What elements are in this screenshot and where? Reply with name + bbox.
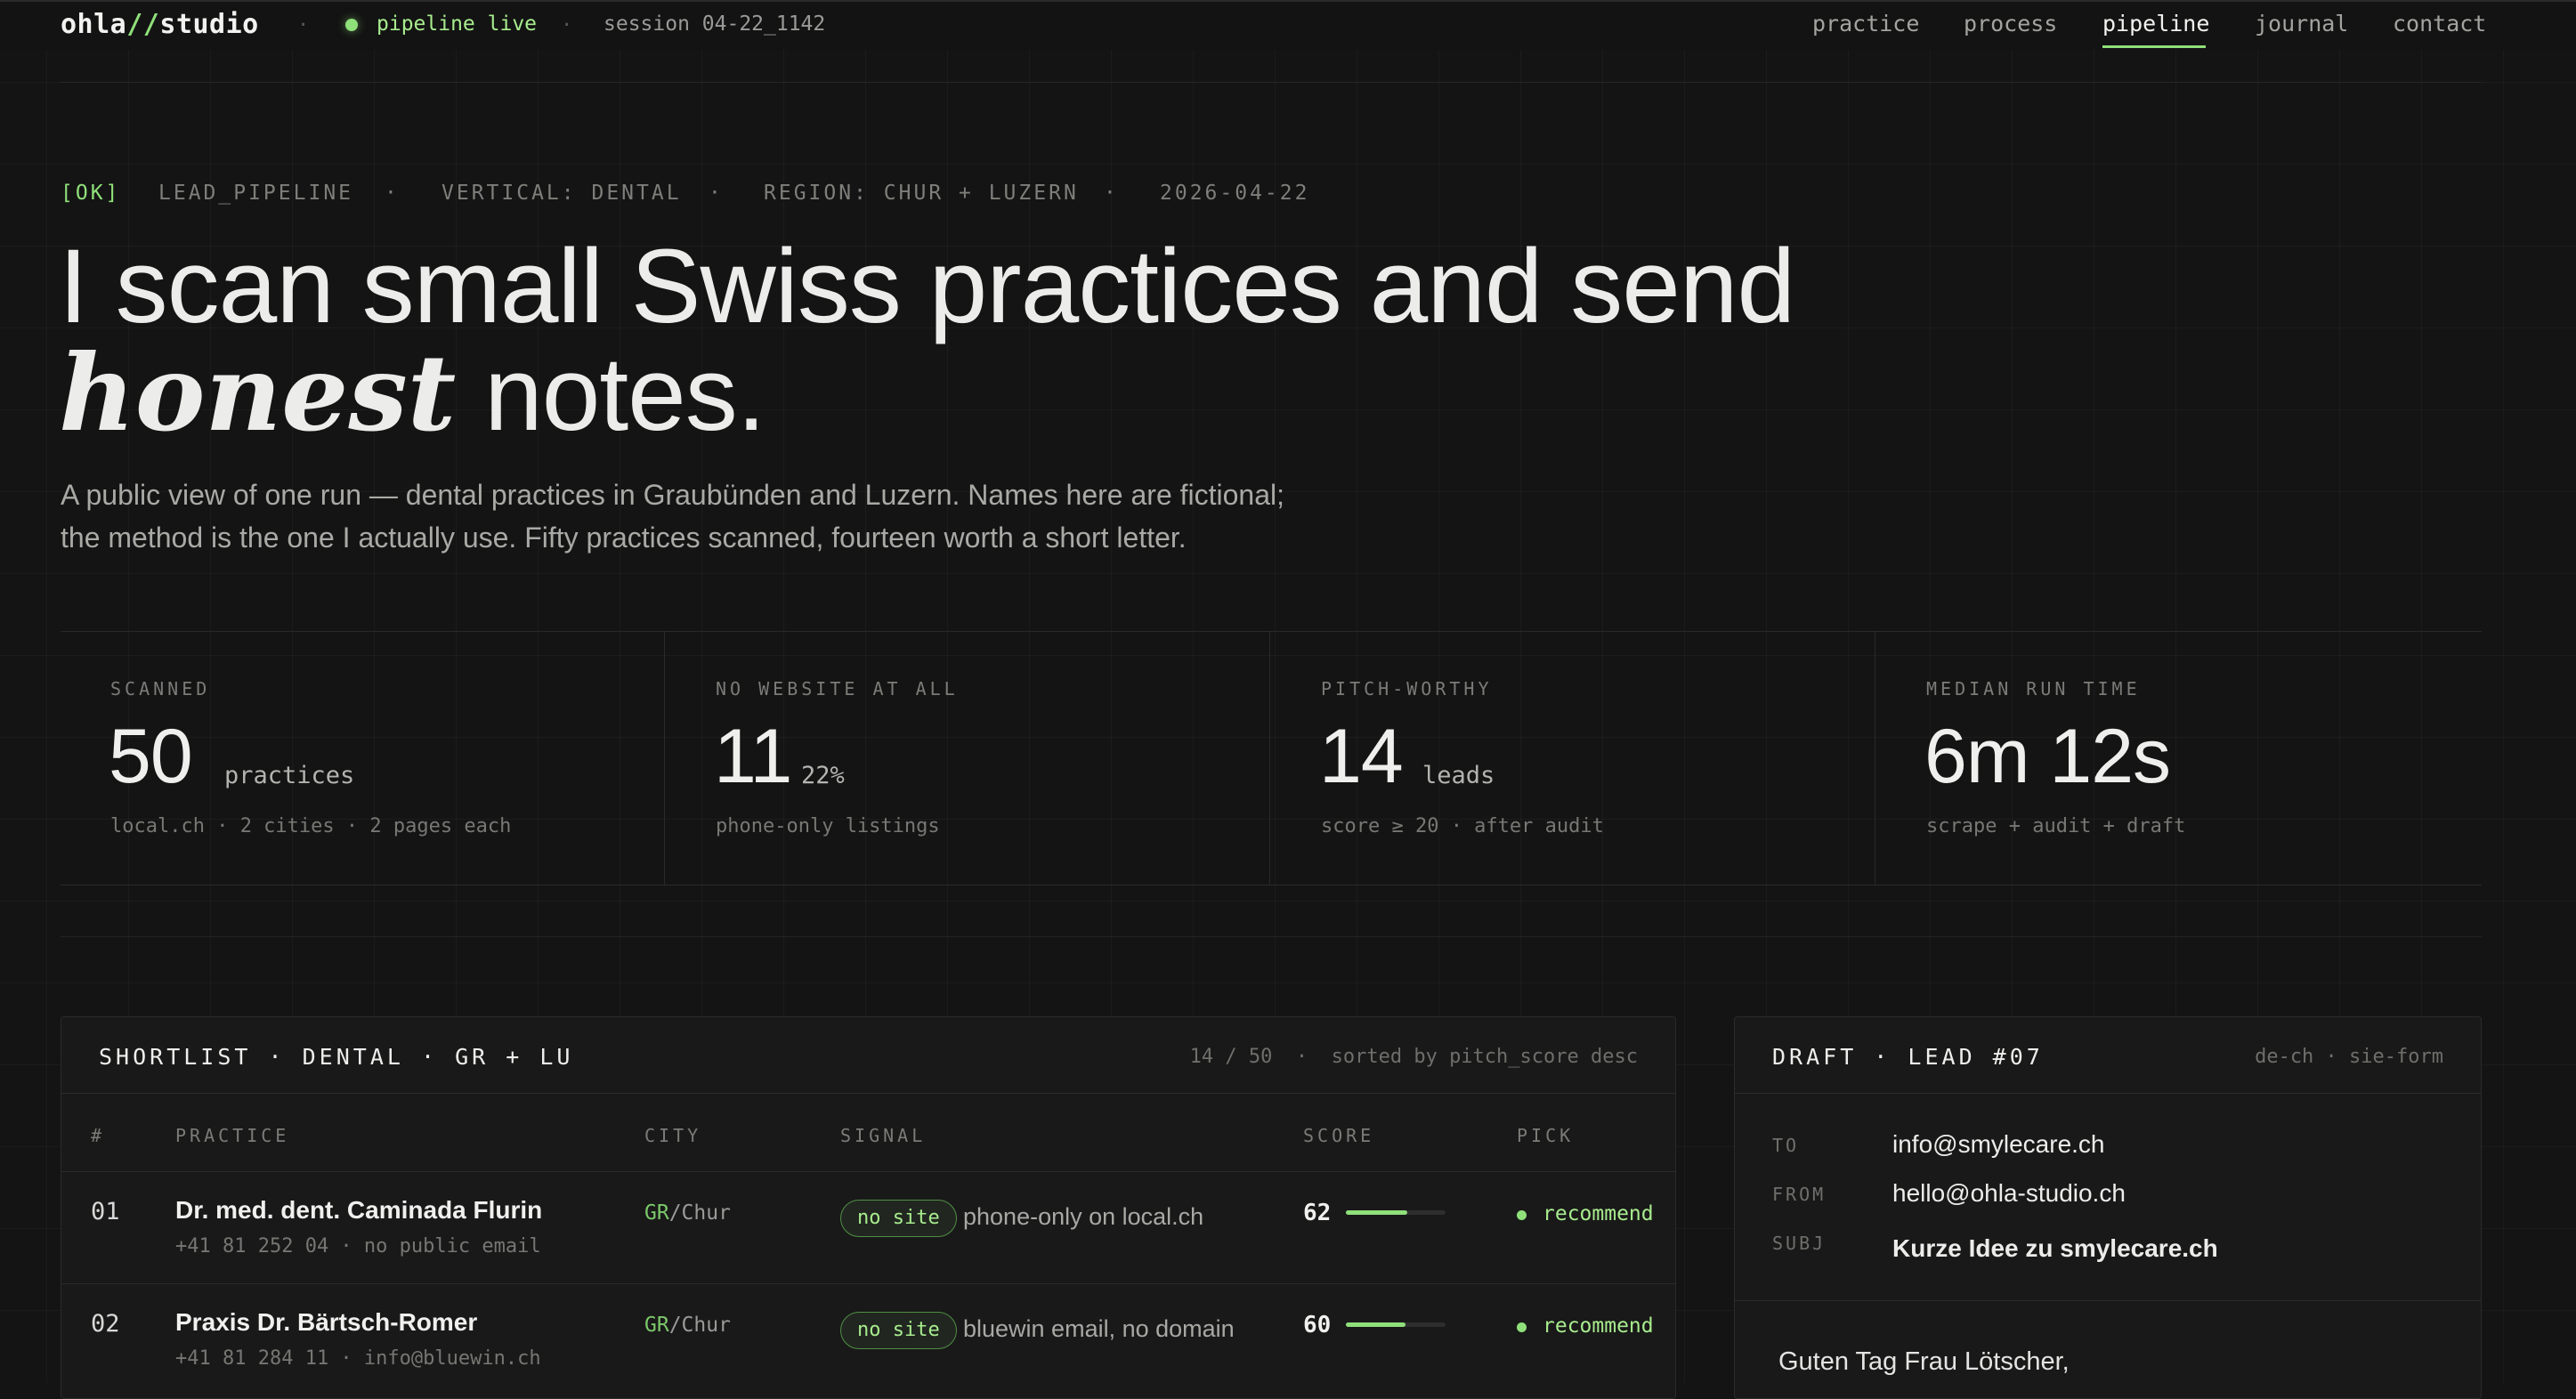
column-header-number: # (91, 1125, 105, 1146)
page-title: I scan small Swiss practices and send ho… (59, 233, 1839, 448)
stat-label: NO WEBSITE AT ALL (716, 678, 959, 700)
divider (61, 631, 2482, 632)
practice-name[interactable]: Praxis Dr. Bärtsch-Romer (175, 1308, 477, 1337)
stat-value: 6m 12s (1924, 712, 2170, 801)
nav-journal[interactable]: journal (2255, 11, 2348, 36)
subject-field[interactable]: Kurze Idee zu smylecare.ch (1892, 1234, 2218, 1263)
separator: · (1104, 182, 1119, 205)
email-body-greeting[interactable]: Guten Tag Frau Lötscher, (1778, 1347, 2070, 1377)
recommend-dot-icon (1517, 1322, 1527, 1332)
shortlist-sort-info: 14 / 50 · sorted by pitch_score desc (1190, 1046, 1638, 1068)
stat-value: 50 (109, 712, 192, 801)
meta-region: REGION: CHUR + LUZERN (764, 182, 1079, 205)
meta-vertical: VERTICAL: DENTAL (441, 182, 682, 205)
nav-pipeline[interactable]: pipeline (2102, 11, 2209, 36)
score-bar (1346, 1210, 1446, 1215)
panel-header: SHORTLIST · DENTAL · GR + LU 14 / 50 · s… (61, 1017, 1675, 1094)
live-status-dot-icon (345, 19, 358, 31)
draft-panel: DRAFT · LEAD #07 de-ch · sie-form (1734, 1016, 2482, 1399)
divider (61, 1171, 1675, 1172)
signal-text: phone-only on local.ch (963, 1203, 1203, 1231)
stat-note: local.ch · 2 cities · 2 pages each (110, 815, 511, 837)
meta-pipeline: LEAD_PIPELINE (158, 182, 353, 205)
practice-contact: +41 81 252 04 · no public email (175, 1235, 541, 1257)
divider (61, 936, 2482, 937)
shortlist-title: SHORTLIST · DENTAL · GR + LU (99, 1044, 573, 1070)
divider (1269, 632, 1270, 885)
panel-header: DRAFT · LEAD #07 de-ch · sie-form (1735, 1017, 2481, 1094)
stat-label: PITCH-WORTHY (1321, 678, 1493, 700)
signal-badge: no site (840, 1200, 957, 1237)
score-bar-fill (1346, 1210, 1407, 1215)
nav-contact[interactable]: contact (2393, 11, 2486, 36)
signal-text: bluewin email, no domain (963, 1315, 1235, 1343)
session-id: session 04-22_1142 (603, 12, 825, 36)
score-value: 60 (1303, 1312, 1331, 1338)
column-header-practice[interactable]: PRACTICE (175, 1125, 289, 1146)
practice-contact: +41 81 284 11 · info@bluewin.ch (175, 1347, 541, 1370)
draft-title: DRAFT · LEAD #07 (1772, 1044, 2044, 1070)
stat-value: 14 (1319, 712, 1403, 801)
column-header-city[interactable]: CITY (644, 1125, 701, 1146)
separator: · (297, 14, 309, 36)
stat-label: MEDIAN RUN TIME (1926, 678, 2141, 700)
stat-value: 11 (714, 712, 791, 801)
status-ok: [OK] (61, 182, 120, 205)
recommend-dot-icon (1517, 1210, 1527, 1220)
separator: · (385, 182, 400, 205)
separator: · (709, 182, 724, 205)
page-intro: A public view of one run — dental practi… (61, 473, 1449, 559)
nav-practice[interactable]: practice (1812, 11, 1919, 36)
column-header-score[interactable]: SCORE (1303, 1125, 1374, 1146)
brand-logo[interactable]: ohla//studio (61, 9, 259, 40)
meta-date: 2026-04-22 (1160, 182, 1309, 205)
column-header-signal[interactable]: SIGNAL (840, 1125, 926, 1146)
practice-city: GR/Chur (644, 1201, 731, 1225)
practice-name[interactable]: Dr. med. dent. Caminada Flurin (175, 1196, 542, 1225)
stat-unit: 22% (801, 762, 845, 789)
score-bar (1346, 1322, 1446, 1327)
stat-note: scrape + audit + draft (1926, 815, 2185, 837)
divider (1735, 1300, 2481, 1301)
practice-city: GR/Chur (644, 1314, 731, 1337)
divider (61, 1283, 1675, 1284)
row-number: 02 (91, 1310, 120, 1338)
score-value: 62 (1303, 1200, 1331, 1226)
stat-label: SCANNED (110, 678, 210, 700)
column-header-pick[interactable]: PICK (1517, 1125, 1574, 1146)
stat-note: score ≥ 20 · after audit (1321, 815, 1604, 837)
from-field[interactable]: hello@ohla-studio.ch (1892, 1179, 2126, 1208)
divider (664, 632, 665, 885)
pick-recommend[interactable]: recommend (1543, 1202, 1654, 1225)
from-label: FROM (1772, 1184, 1826, 1205)
pipeline-live-label: pipeline live (377, 12, 537, 36)
to-field[interactable]: info@smylecare.ch (1892, 1130, 2105, 1159)
draft-locale: de-ch · sie-form (2255, 1046, 2443, 1068)
signal-badge: no site (840, 1312, 957, 1349)
stat-unit: practices (224, 762, 354, 789)
nav-active-indicator (2102, 45, 2206, 48)
nav-process[interactable]: process (1964, 11, 2057, 36)
separator: · (561, 14, 572, 36)
divider (61, 82, 2482, 83)
to-label: TO (1772, 1135, 1799, 1156)
pick-recommend[interactable]: recommend (1543, 1314, 1654, 1338)
title-emphasis: honest (59, 331, 456, 455)
stat-unit: leads (1422, 762, 1495, 789)
row-number: 01 (91, 1198, 120, 1225)
score-bar-fill (1346, 1322, 1405, 1327)
stat-note: phone-only listings (716, 815, 940, 837)
top-bar: ohla//studio · pipeline live · session 0… (0, 0, 2576, 50)
subject-label: SUBJ (1772, 1233, 1826, 1254)
